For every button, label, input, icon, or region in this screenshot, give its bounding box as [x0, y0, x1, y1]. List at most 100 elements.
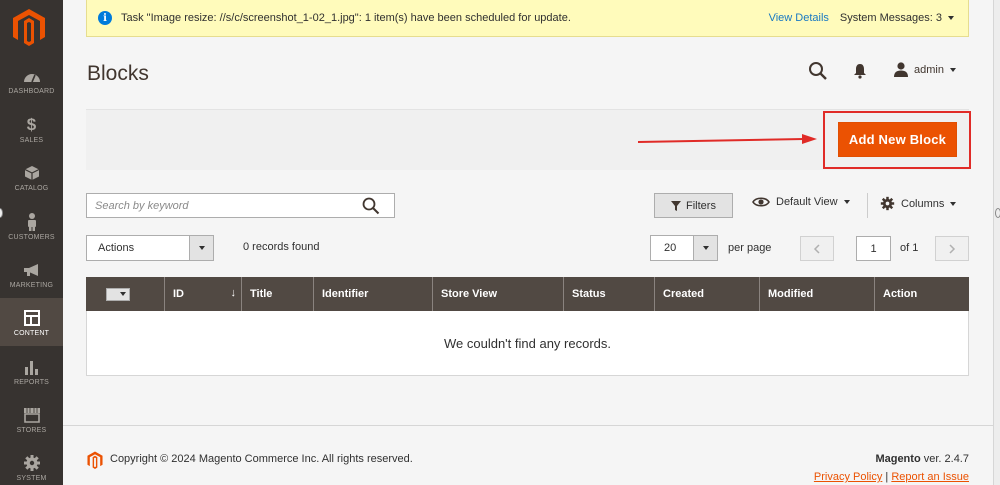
previous-page-button[interactable] — [800, 236, 834, 261]
mass-actions-label: Actions — [98, 242, 135, 254]
mass-actions-dropdown[interactable]: Actions — [86, 235, 214, 261]
admin-user-menu[interactable]: admin — [894, 62, 956, 77]
view-details-link[interactable]: View Details — [769, 12, 829, 24]
per-page-select[interactable]: 20 — [650, 235, 718, 261]
system-messages-label: System Messages: 3 — [839, 12, 942, 24]
funnel-icon — [671, 200, 682, 211]
sidebar-item-label: CATALOG — [14, 184, 49, 192]
total-pages: of 1 — [900, 242, 919, 254]
chevron-left-icon — [813, 243, 820, 254]
column-header-action: Action — [875, 277, 969, 311]
gear-icon — [23, 453, 41, 473]
per-page-value: 20 — [664, 242, 677, 254]
cube-icon — [24, 163, 40, 183]
sidebar-item-stores[interactable]: STORES — [0, 395, 63, 443]
column-header-label: ID — [173, 288, 184, 300]
magento-logo[interactable] — [12, 8, 46, 46]
system-messages-toggle[interactable]: System Messages: 3 — [840, 12, 954, 24]
sidebar-item-catalog[interactable]: CATALOG — [0, 153, 63, 201]
sidebar-item-reports[interactable]: REPORTS — [0, 347, 63, 395]
view-label: Default View — [776, 196, 838, 208]
sidebar-item-label: STORES — [16, 426, 47, 434]
sidebar-item-label: REPORTS — [13, 378, 50, 386]
eye-icon — [752, 197, 770, 207]
column-header-created[interactable]: Created — [655, 277, 760, 311]
grid-header-row: ID ↓ Title Identifier Store View Status … — [86, 277, 969, 311]
sidebar-item-label: MARKETING — [9, 281, 54, 289]
chevron-down-icon — [843, 200, 850, 204]
page-scrollbar[interactable] — [993, 0, 1000, 485]
person-icon — [26, 212, 38, 232]
column-header-id[interactable]: ID ↓ — [165, 277, 242, 311]
page-title: Blocks — [87, 62, 149, 85]
filters-label: Filters — [686, 199, 716, 212]
copyright-text: Copyright © 2024 Magento Commerce Inc. A… — [110, 453, 413, 465]
sidebar-item-label: CONTENT — [13, 329, 50, 337]
bar-chart-icon — [24, 357, 40, 377]
search-input[interactable] — [87, 194, 357, 217]
chevron-down-icon — [949, 67, 956, 72]
column-header-title[interactable]: Title — [242, 277, 314, 311]
mass-select-checkbox[interactable] — [106, 287, 130, 301]
gear-icon — [880, 196, 895, 211]
column-header-label: Identifier — [322, 288, 369, 300]
annotation-arrow — [637, 134, 817, 144]
global-search-icon[interactable] — [808, 61, 828, 81]
report-issue-link[interactable]: Report an Issue — [891, 471, 969, 483]
sidebar-item-label: SALES — [19, 136, 44, 144]
columns-label: Columns — [901, 197, 945, 210]
column-header-label: Title — [250, 288, 273, 300]
magento-footer-logo — [87, 451, 103, 469]
chevron-down-icon — [948, 16, 954, 20]
chevron-down-icon — [702, 246, 709, 250]
column-header-status[interactable]: Status — [564, 277, 655, 311]
per-page-label: per page — [728, 242, 772, 254]
chevron-right-icon — [949, 243, 956, 254]
admin-username: admin — [914, 63, 944, 76]
column-header-label: Modified — [768, 288, 814, 300]
column-header-modified[interactable]: Modified — [760, 277, 875, 311]
brand-name: Magento — [875, 453, 921, 465]
privacy-policy-link[interactable]: Privacy Policy — [814, 471, 882, 483]
sidebar-item-marketing[interactable]: MARKETING — [0, 250, 63, 298]
chevron-down-icon — [120, 292, 126, 296]
sidebar-item-customers[interactable]: CUSTOMERS — [0, 202, 63, 250]
view-selector[interactable]: Default View — [752, 196, 850, 208]
system-message-bar: i Task "Image resize: //s/c/screenshot_1… — [86, 0, 969, 37]
records-count: 0 records found — [243, 241, 320, 253]
sidebar-item-dashboard[interactable]: DASHBOARD — [0, 56, 63, 104]
sidebar-item-sales[interactable]: $ SALES — [0, 105, 63, 153]
grid-empty-state: We couldn't find any records. — [86, 311, 969, 376]
column-header-store-view[interactable]: Store View — [433, 277, 564, 311]
user-icon — [894, 62, 908, 77]
dollar-icon: $ — [26, 114, 37, 134]
column-header-identifier[interactable]: Identifier — [314, 277, 433, 311]
link-separator: | — [885, 471, 889, 483]
admin-sidebar: DASHBOARD $ SALES CATALOG CUSTOMERS MARK… — [0, 0, 63, 485]
dropdown-toggle[interactable] — [189, 236, 213, 260]
next-page-button[interactable] — [935, 236, 969, 261]
column-header-label: Created — [663, 288, 704, 300]
current-page-input[interactable] — [856, 236, 891, 261]
chevron-down-icon — [198, 246, 205, 250]
scroll-handle[interactable] — [995, 208, 1000, 218]
message-text: Task "Image resize: //s/c/screenshot_1-0… — [121, 12, 571, 24]
sidebar-item-content[interactable]: CONTENT — [0, 298, 63, 346]
add-new-block-button[interactable]: Add New Block — [838, 122, 957, 157]
footer-links: Privacy Policy | Report an Issue — [814, 471, 969, 483]
empty-message: We couldn't find any records. — [444, 335, 611, 351]
mass-select-column — [86, 277, 165, 311]
keyword-search — [86, 193, 395, 218]
column-header-label: Action — [883, 288, 918, 300]
notifications-bell-icon[interactable] — [852, 63, 868, 79]
filters-button[interactable]: Filters — [654, 193, 733, 218]
sidebar-item-system[interactable]: SYSTEM — [0, 443, 63, 485]
chevron-down-icon — [950, 201, 957, 206]
version-info: Magento ver. 2.4.7 — [875, 453, 969, 465]
search-icon[interactable] — [362, 197, 380, 215]
sort-arrow-icon: ↓ — [230, 287, 237, 299]
dropdown-toggle[interactable] — [693, 236, 717, 260]
column-header-label: Status — [572, 288, 606, 300]
columns-selector[interactable]: Columns — [880, 196, 957, 211]
storefront-icon — [23, 405, 41, 425]
